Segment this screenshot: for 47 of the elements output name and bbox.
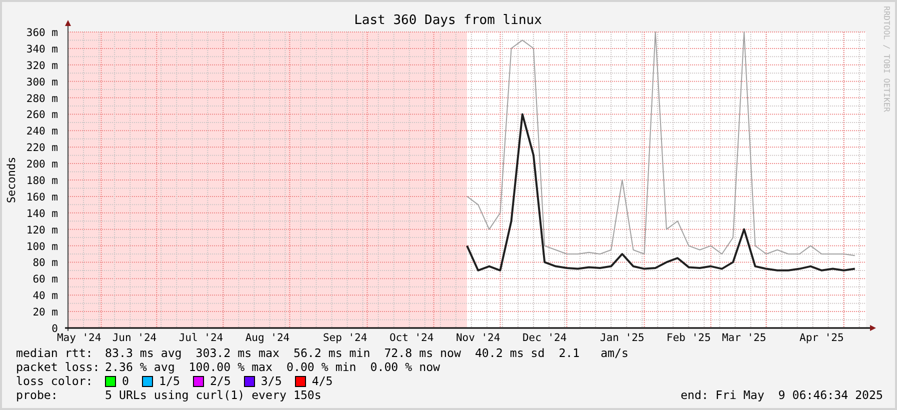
swatch-label: 1/5 — [158, 374, 180, 388]
x-tick-label: Feb '25 — [666, 332, 711, 344]
y-tick-label: 360 m — [26, 27, 58, 39]
y-tick-label: 260 m — [26, 109, 58, 122]
x-tick-label: Dec '24 — [522, 332, 567, 344]
loss-stats: 2.36 % avg 100.00 % max 0.00 % min 0.00 % now — [105, 360, 440, 374]
legend-label: packet loss: — [16, 360, 101, 374]
y-tick-label: 120 m — [26, 224, 58, 236]
legend-label: loss color: — [16, 374, 94, 388]
x-tick-label: Jun '24 — [112, 332, 157, 344]
y-tick-label: 180 m — [26, 175, 58, 187]
x-tick-label: Mar '25 — [722, 332, 766, 344]
probe-text: 5 URLs using curl(1) every 150s — [105, 388, 322, 402]
x-tick-label: Jan '25 — [600, 332, 644, 344]
y-tick-label: 60 m — [32, 274, 58, 286]
legend-label: median rtt: — [16, 346, 94, 360]
y-tick-label: 100 m — [26, 240, 58, 253]
y-tick-label: 0 — [52, 323, 58, 335]
swatch-label: 0 — [122, 374, 129, 388]
x-tick-label: Oct '24 — [389, 332, 434, 344]
x-tick-label: Nov '24 — [456, 332, 500, 344]
rtt-stats: 83.3 ms avg 303.2 ms max 56.2 ms min 72.8 ms now 40.2 ms sd 2.1 am/s — [105, 346, 629, 360]
y-tick-label: 20 m — [32, 306, 58, 319]
x-tick-label: Aug '24 — [245, 332, 290, 344]
y-tick-label: 200 m — [26, 158, 58, 171]
y-tick-label: 340 m — [26, 43, 58, 56]
y-tick-label: 300 m — [26, 76, 58, 88]
end-time: end: Fri May 9 06:46:34 2025 — [680, 388, 883, 402]
y-tick-label: 80 m — [32, 257, 58, 270]
x-tick-label: May '24 — [56, 332, 102, 344]
legend-label: probe: — [16, 388, 59, 402]
chart-title: Last 360 Days from linux — [354, 13, 542, 28]
credit-text: RRDTOOL / TOBI OETIKER — [882, 6, 891, 112]
y-tick-label: 140 m — [26, 208, 58, 220]
y-tick-label: 320 m — [26, 60, 58, 72]
y-tick-label: 220 m — [26, 142, 58, 154]
y-tick-label: 40 m — [32, 290, 58, 302]
x-tick-label: Sep '24 — [322, 332, 368, 344]
swatch-label: 2/5 — [210, 374, 231, 388]
y-tick-label: 240 m — [26, 126, 58, 138]
x-tick-label: Jul '24 — [178, 332, 224, 344]
x-tick-label: Apr '25 — [800, 332, 844, 344]
y-axis-label: Seconds — [5, 156, 18, 204]
y-tick-label: 160 m — [26, 191, 58, 204]
swatch-label: 3/5 — [260, 374, 282, 388]
swatch-label: 4/5 — [312, 374, 333, 388]
y-tick-label: 280 m — [26, 92, 58, 105]
